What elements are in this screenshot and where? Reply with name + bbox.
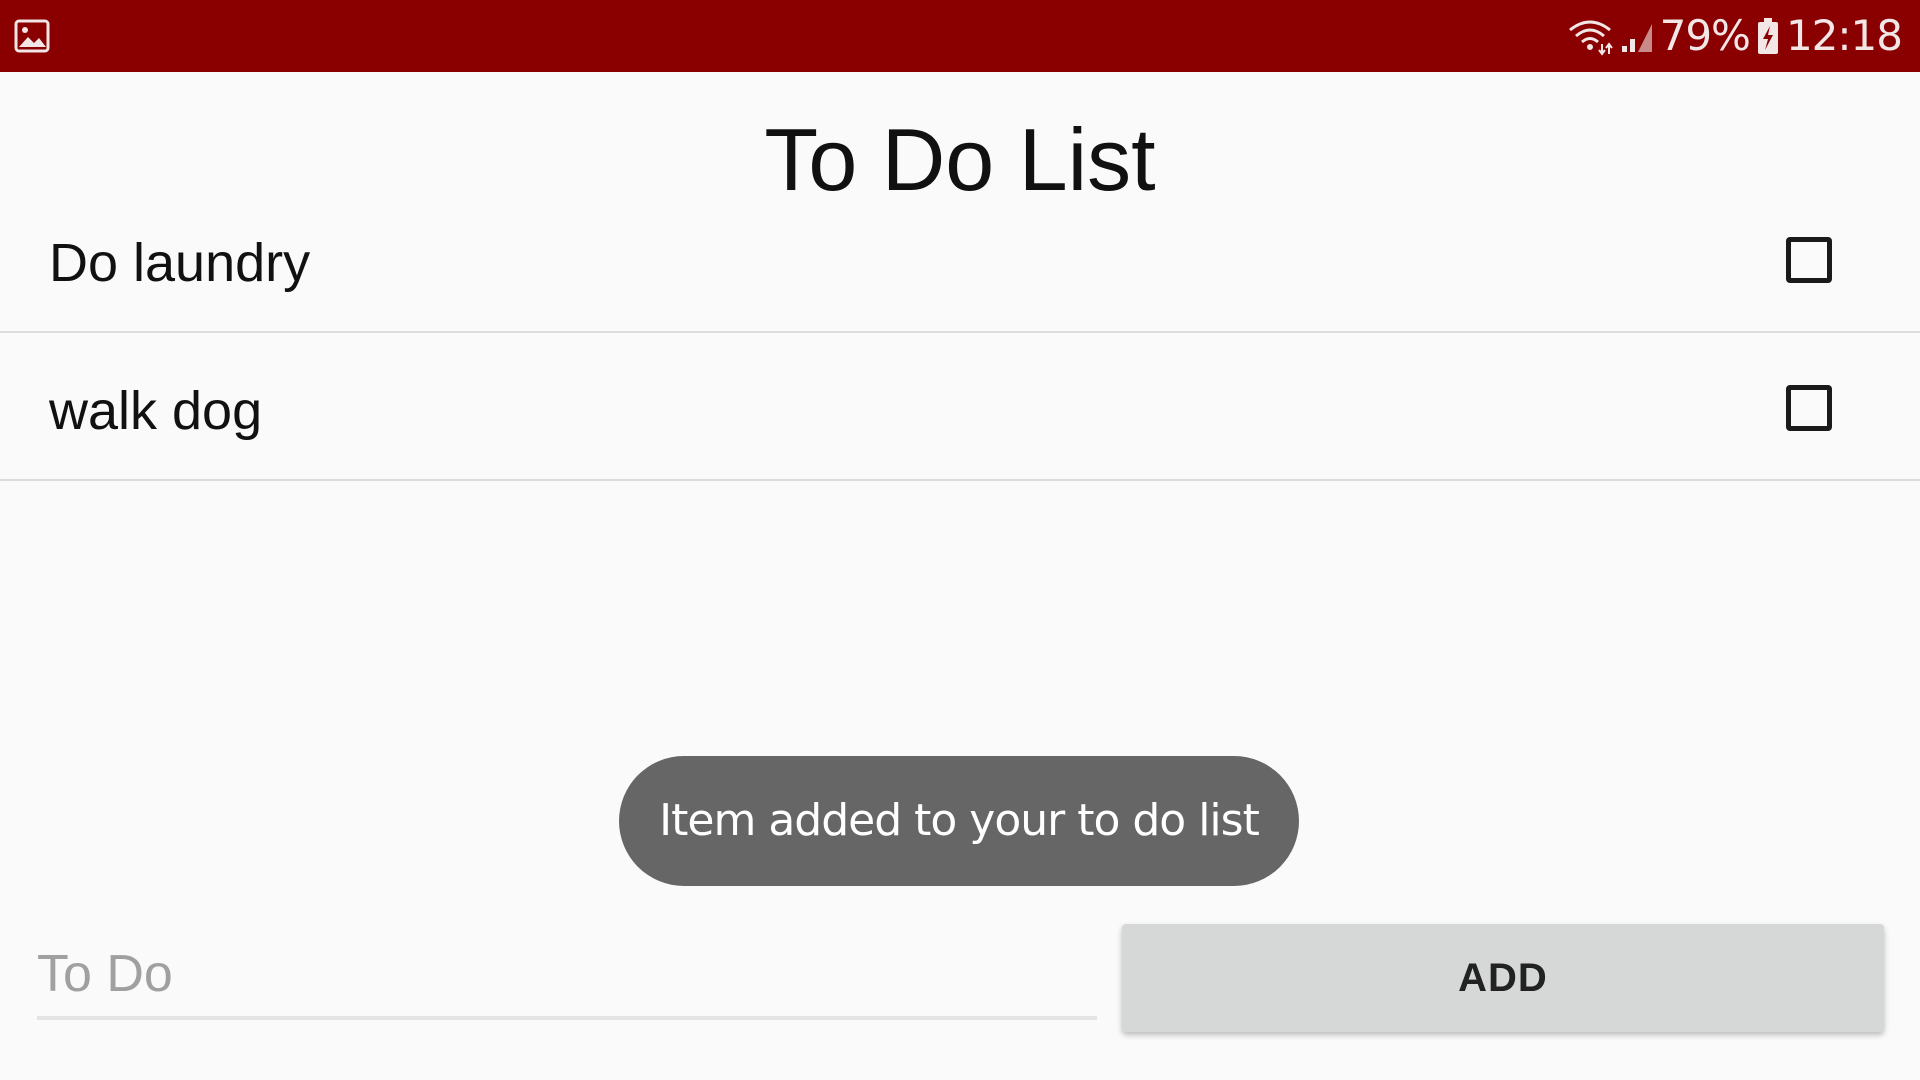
status-bar: 79% 12:18 — [0, 0, 1920, 72]
wifi-icon — [1566, 16, 1614, 56]
gallery-icon — [14, 18, 50, 54]
todo-item-label: Do laundry — [49, 233, 311, 293]
battery-percent: 79% — [1659, 11, 1751, 60]
todo-item-checkbox[interactable] — [1786, 385, 1832, 431]
todo-input[interactable] — [37, 932, 1097, 1020]
battery-charging-icon — [1756, 16, 1780, 56]
clock: 12:18 — [1785, 11, 1903, 60]
add-button[interactable]: ADD — [1122, 924, 1884, 1032]
signal-icon — [1620, 18, 1654, 54]
todo-item-label: walk dog — [49, 381, 263, 441]
todo-item[interactable]: Do laundry — [0, 185, 1920, 333]
status-bar-right: 79% 12:18 — [1566, 0, 1903, 72]
todo-item[interactable]: walk dog — [0, 333, 1920, 481]
todo-item-checkbox[interactable] — [1786, 237, 1832, 283]
toast-message: Item added to your to do list — [619, 756, 1299, 886]
